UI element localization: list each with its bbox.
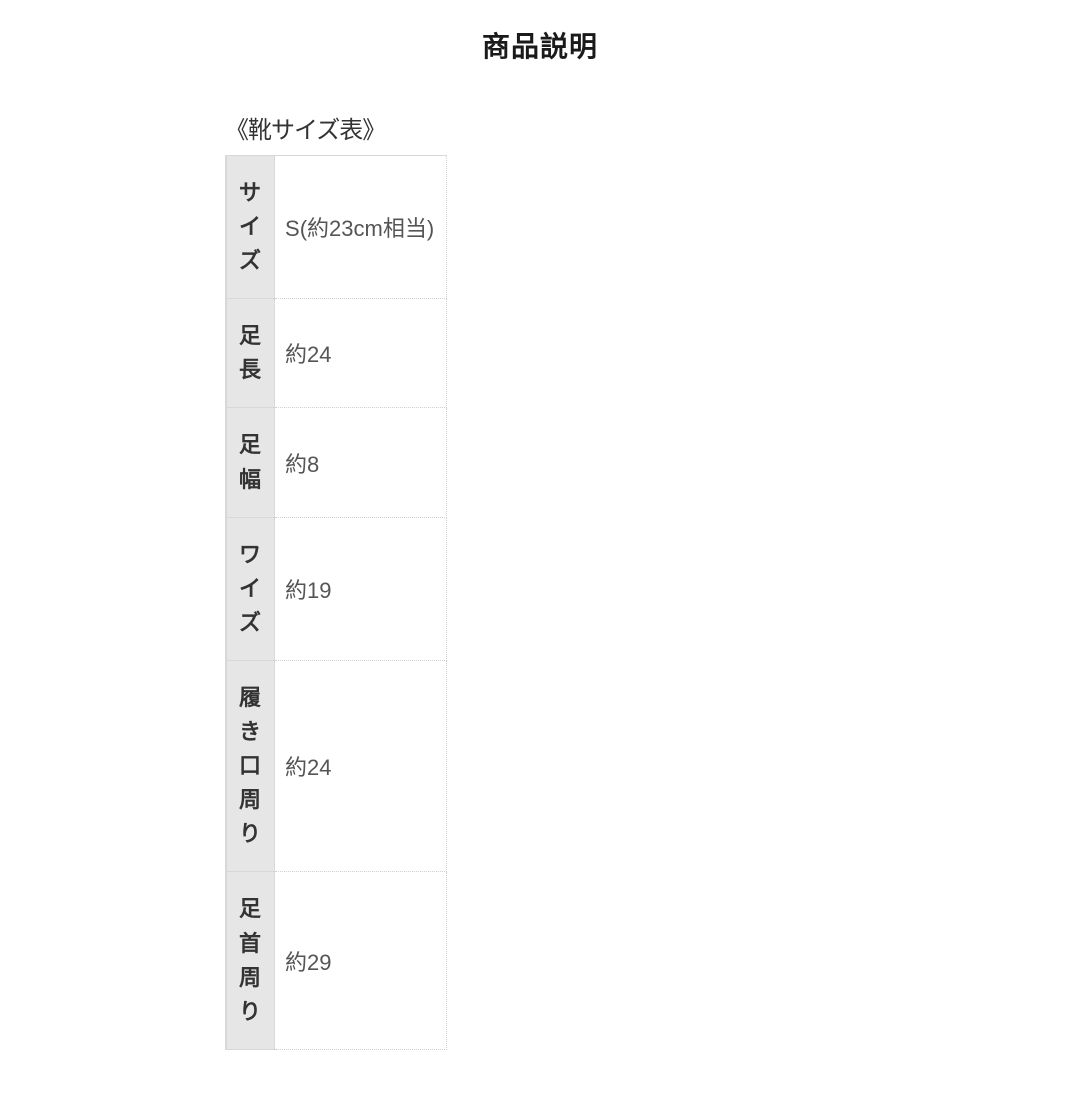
- row-header: 足 幅: [226, 408, 275, 517]
- section-heading: 商品説明: [0, 25, 1080, 65]
- row-value: 約24: [275, 299, 447, 408]
- table-row: サ イ ズ S(約23cm相当): [226, 156, 447, 299]
- table-row: 足 長 約24: [226, 299, 447, 408]
- table-caption: 《靴サイズ表》: [225, 110, 1080, 145]
- row-value: 約8: [275, 408, 447, 517]
- row-label: ワ イ ズ: [239, 538, 262, 640]
- row-value: 約24: [275, 660, 447, 871]
- table-row: ワ イ ズ 約19: [226, 517, 447, 660]
- row-value: S(約23cm相当): [275, 156, 447, 299]
- row-header: 足 長: [226, 299, 275, 408]
- row-label: サ イ ズ: [239, 176, 262, 278]
- row-header: 履 き 口 周 り: [226, 660, 275, 871]
- row-value: 約29: [275, 872, 447, 1049]
- row-label: 足 長: [239, 319, 262, 387]
- content-area: 《靴サイズ表》 サ イ ズ S(約23cm相当) 足 長 約24 足 幅 約8: [0, 110, 1080, 1050]
- row-header: ワ イ ズ: [226, 517, 275, 660]
- row-label: 履 き 口 周 り: [239, 681, 262, 851]
- row-label: 足 首 周 り: [239, 892, 262, 1028]
- table-row: 履 き 口 周 り 約24: [226, 660, 447, 871]
- row-header: 足 首 周 り: [226, 872, 275, 1049]
- size-table: サ イ ズ S(約23cm相当) 足 長 約24 足 幅 約8 ワ イ ズ: [225, 155, 447, 1050]
- table-row: 足 首 周 り 約29: [226, 872, 447, 1049]
- row-value: 約19: [275, 517, 447, 660]
- table-row: 足 幅 約8: [226, 408, 447, 517]
- row-label: 足 幅: [239, 428, 262, 496]
- row-header: サ イ ズ: [226, 156, 275, 299]
